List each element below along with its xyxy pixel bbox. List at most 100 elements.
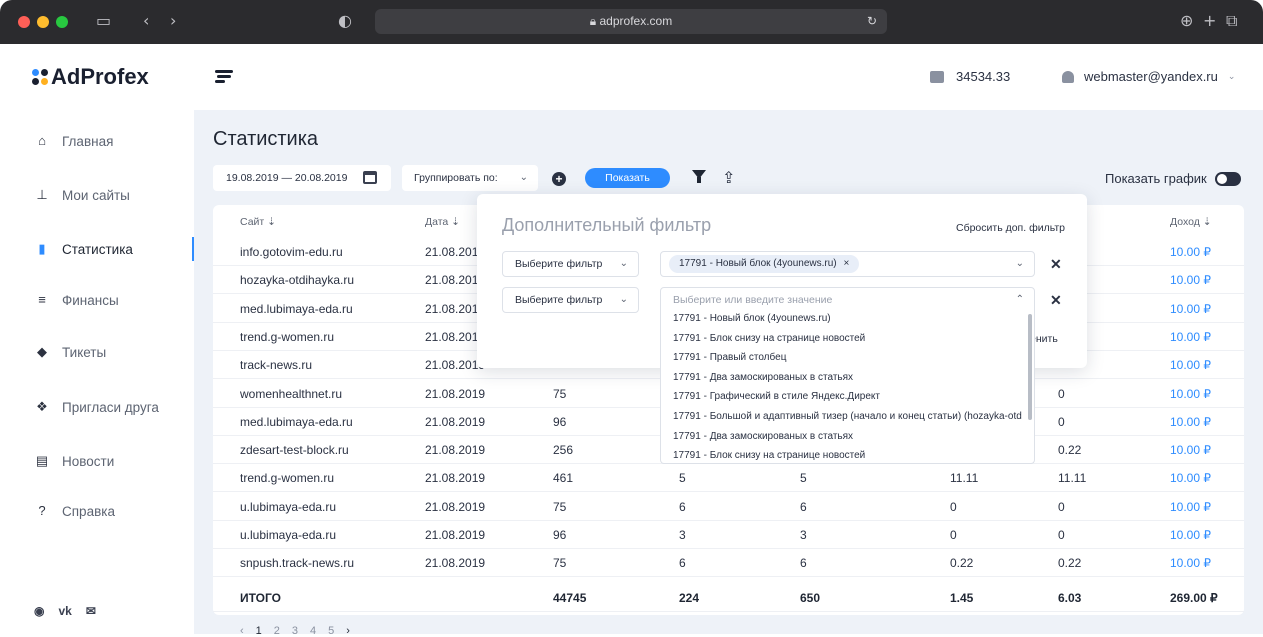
sidebar-item-news[interactable]: ▤ Новости [34, 453, 114, 469]
pagination: ‹ 1 2 3 4 5 › [240, 625, 350, 637]
cell-c1: 96 [553, 414, 567, 429]
page-button[interactable]: 4 [310, 625, 316, 637]
reset-filter-button[interactable]: Сбросить доп. фильтр [956, 222, 1065, 234]
cell-site: med.lubimaya-eda.ru [240, 301, 353, 316]
page-button[interactable]: 1 [256, 625, 262, 637]
cell-site: u.lubimaya-eda.ru [240, 528, 337, 542]
bar-chart-icon: ▮ [38, 241, 46, 256]
maximize-window-icon[interactable] [56, 16, 68, 28]
page-button[interactable]: 5 [328, 625, 334, 637]
date-range-picker[interactable]: 19.08.2019 — 20.08.2019 [213, 165, 391, 191]
filter-type-select[interactable]: Выберите фильтр ⌄ [502, 251, 639, 277]
cell-site: snpush.track-news.ru [240, 556, 355, 571]
sidebar-item-tickets[interactable]: ◆ Тикеты [34, 344, 106, 360]
close-window-icon[interactable] [18, 16, 30, 28]
back-icon[interactable]: ‹ [143, 11, 149, 31]
cell-c3: 650 [800, 590, 821, 605]
sidebar-item-label: Мои сайты [62, 187, 130, 203]
cell-income: 10.00 ₽ [1170, 443, 1211, 458]
column-header-site[interactable]: Сайт ⇣ [240, 216, 276, 228]
sidebar-item-home[interactable]: ⌂ Главная [34, 133, 113, 149]
url-text: adprofex.com [599, 14, 673, 28]
dropdown-option[interactable]: 17791 - Новый блок (4younews.ru) [673, 313, 831, 324]
sidebar-item-finance[interactable]: ≡ Финансы [34, 292, 118, 308]
minimize-window-icon[interactable] [37, 16, 49, 28]
cell-c3: 5 [800, 471, 807, 486]
logo-text: AdProfex [51, 64, 149, 89]
show-graph-label: Показать график [1105, 171, 1207, 186]
cell-c5: 0.22 [1058, 556, 1082, 571]
cell-date: 21.08.2019 [425, 386, 486, 401]
cell-site: med.lubimaya-eda.ru [240, 414, 353, 429]
cell-c1: 44745 [553, 590, 587, 605]
lock-icon: 🔒︎ [589, 14, 600, 28]
remove-tag-icon[interactable]: × [843, 258, 849, 269]
show-button[interactable]: Показать [585, 168, 670, 188]
coins-icon: ≡ [38, 292, 46, 307]
combobox-placeholder: Выберите или введите значение [673, 294, 833, 306]
vk-icon[interactable]: vk [58, 604, 71, 618]
logo[interactable]: AdProfex [32, 64, 149, 90]
date-range-value: 19.08.2019 — 20.08.2019 [226, 172, 348, 184]
reload-icon[interactable]: ↻ [867, 9, 877, 34]
filter-type-select[interactable]: Выберите фильтр ⌄ [502, 287, 639, 313]
telegram-icon[interactable]: ◉ [34, 604, 44, 618]
sidebar-item-help[interactable]: ? Справка [34, 503, 115, 519]
address-bar[interactable]: 🔒︎ adprofex.com ↻ [375, 9, 887, 34]
download-icon[interactable]: ⊕ [1180, 11, 1193, 31]
column-header-income[interactable]: Доход ⇣ [1170, 216, 1212, 228]
dropdown-option[interactable]: 17791 - Два замоскированых в статьях [673, 372, 853, 383]
handshake-icon: ❖ [36, 399, 48, 414]
remove-filter-icon[interactable]: ✕ [1050, 256, 1062, 273]
cell-income: 10.00 ₽ [1170, 386, 1211, 401]
forward-icon[interactable]: › [170, 11, 176, 31]
cell-date: 21.08.2019 [425, 556, 486, 571]
cell-income: 10.00 ₽ [1170, 528, 1211, 542]
tag-label: 17791 - Новый блок (4younews.ru) [679, 258, 837, 269]
dropdown-option[interactable]: 17791 - Блок снизу на странице новостей [673, 333, 865, 344]
dropdown-option[interactable]: 17791 - Два замоскированых в статьях [673, 431, 853, 442]
add-group-icon[interactable]: + [552, 172, 566, 186]
chevron-down-icon: ⌄ [1015, 258, 1024, 269]
dropdown-option[interactable]: 17791 - Графический в стиле Яндекс.Дирек… [673, 391, 880, 402]
sidebar-item-my-sites[interactable]: ⊥ Мои сайты [34, 187, 130, 203]
page-button[interactable]: 2 [274, 625, 280, 637]
page-button[interactable]: 3 [292, 625, 298, 637]
dropdown-option[interactable]: 17791 - Правый столбец [673, 352, 786, 363]
user-menu[interactable]: webmaster@yandex.ru ⌄ [1062, 69, 1235, 84]
cell-c4: 0 [950, 499, 957, 514]
filter-type-label: Выберите фильтр [515, 294, 603, 306]
page-title: Статистика [213, 128, 319, 150]
next-page-button[interactable]: › [346, 625, 350, 637]
column-header-date[interactable]: Дата ⇣ [425, 216, 460, 228]
table-row: u.lubimaya-eda.ru 21.08.2019 96 3 3 0 0 10.00 ₽ [213, 521, 1244, 549]
cell-c2: 6 [679, 556, 686, 571]
sidebar-item-invite[interactable]: ❖ Пригласи друга [34, 399, 159, 415]
mail-icon[interactable]: ✉ [86, 604, 96, 618]
group-by-label: Группировать по: [414, 172, 498, 184]
cell-income: 10.00 ₽ [1170, 273, 1211, 288]
menu-toggle-icon[interactable] [215, 70, 233, 85]
remove-filter-icon[interactable]: ✕ [1050, 292, 1062, 309]
shield-icon[interactable]: ◐ [338, 11, 352, 31]
sidebar-toggle-icon[interactable]: ▭ [96, 11, 111, 31]
dropdown-option[interactable]: 17791 - Большой и адаптивный тизер (нача… [673, 411, 1022, 422]
balance-value: 34534.33 [956, 69, 1011, 84]
scrollbar[interactable] [1028, 314, 1032, 420]
prev-page-button[interactable]: ‹ [240, 625, 244, 637]
toggle-switch[interactable] [1214, 171, 1241, 186]
export-icon[interactable]: ⇪ [722, 168, 735, 187]
social-links: ◉ vk ✉ [34, 604, 96, 618]
show-graph-toggle[interactable]: Показать график [1105, 171, 1241, 186]
cell-c4: 0 [950, 528, 957, 542]
cell-income: 10.00 ₽ [1170, 414, 1211, 429]
new-tab-icon[interactable]: + [1203, 11, 1216, 31]
cell-income: 10.00 ₽ [1170, 329, 1211, 344]
group-by-select[interactable]: Группировать по: ⌄ [402, 165, 538, 191]
cell-site: ИТОГО [240, 590, 281, 605]
question-icon: ? [38, 503, 46, 518]
tabs-overview-icon[interactable]: ⧉ [1226, 11, 1237, 31]
sidebar-item-statistics[interactable]: ▮ Статистика [34, 241, 132, 257]
cell-site: info.gotovim-edu.ru [240, 245, 343, 259]
dropdown-option[interactable]: 17791 - Блок снизу на странице новостей [673, 450, 865, 461]
